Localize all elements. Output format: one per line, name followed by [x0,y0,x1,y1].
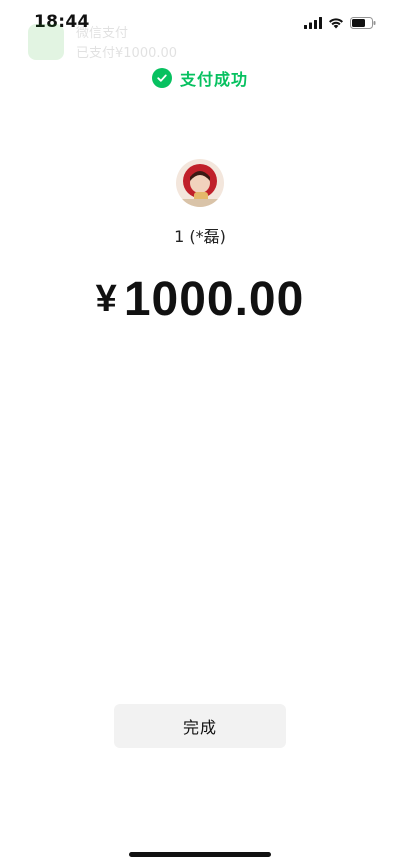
currency-symbol: ¥ [95,278,118,320]
done-button[interactable]: 完成 [114,704,286,748]
notification-body: 已支付¥1000.00 [76,46,178,61]
payment-amount: ¥1000.00 [0,272,400,327]
check-circle-icon [151,68,172,88]
payment-status-text: 支付成功 [179,70,248,89]
payment-status: 支付成功 [0,66,400,90]
amount-value: 1000.00 [123,273,305,326]
notification-title: 微信支付 [76,26,129,41]
notification-banner[interactable]: 微信支付 已支付¥1000.00 [22,14,382,74]
wechat-pay-icon [28,24,64,60]
avatar [176,159,224,207]
home-indicator[interactable] [129,852,271,857]
payee-name: 1 (*磊) [174,227,226,246]
